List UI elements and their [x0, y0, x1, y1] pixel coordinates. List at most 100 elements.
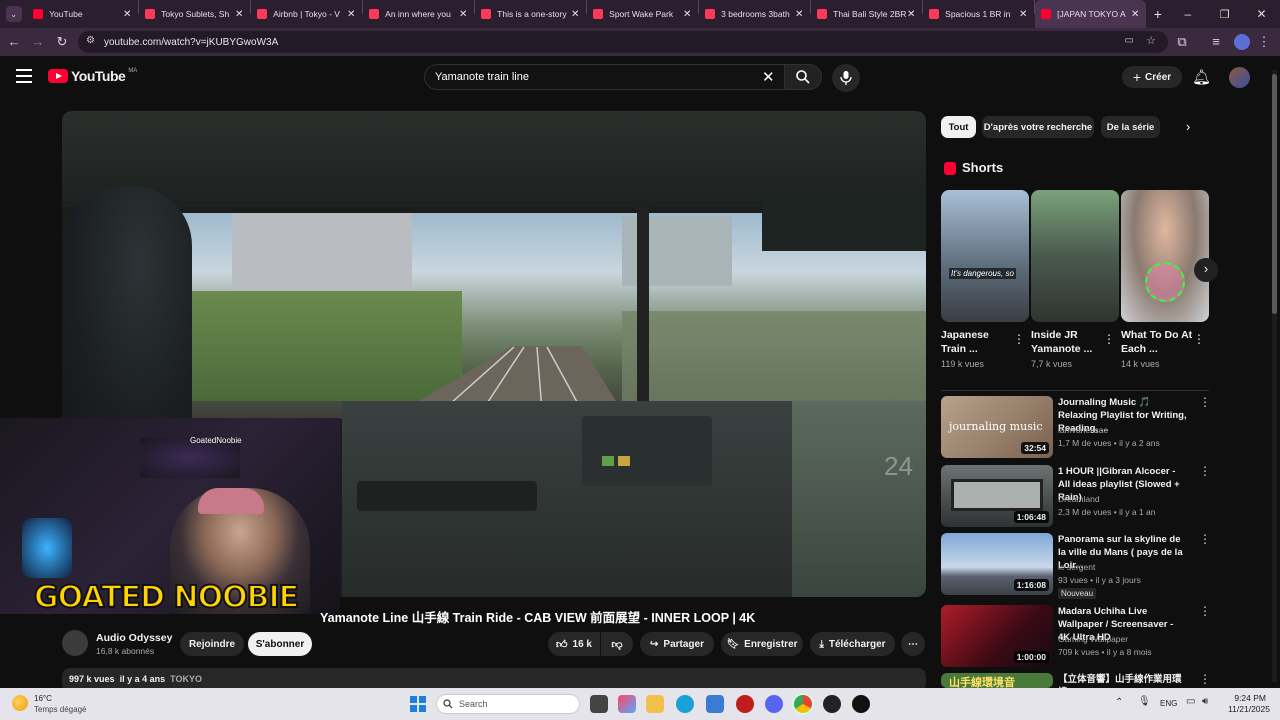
join-button[interactable]: Rejoindre [180, 632, 244, 656]
system-tray-chevron-icon[interactable]: ⌃ [1115, 697, 1123, 708]
app-dark-icon[interactable] [823, 695, 841, 713]
chip-related-search[interactable]: D'après votre recherche [982, 116, 1094, 138]
tab-search-button[interactable]: ⌄ [0, 0, 27, 28]
search-button[interactable] [784, 64, 822, 90]
more-icon[interactable]: ⋮ [1199, 605, 1211, 617]
forward-icon[interactable]: → [30, 34, 46, 50]
browser-tab[interactable]: An inn where you ✕ [363, 0, 474, 28]
tab-close-icon[interactable]: ✕ [122, 9, 132, 20]
chips-next-icon[interactable]: › [1186, 119, 1190, 134]
chrome-icon[interactable] [794, 695, 812, 713]
app-black-icon[interactable] [852, 695, 870, 713]
weather-icon[interactable] [12, 695, 28, 711]
short-more-icon[interactable]: ⋮ [1013, 332, 1025, 346]
tab-close-icon[interactable]: ✕ [458, 9, 468, 20]
file-explorer-icon[interactable] [646, 695, 664, 713]
site-info-icon[interactable]: ⚙ [86, 35, 95, 46]
clock-time[interactable]: 9:24 PM [1226, 693, 1266, 703]
browser-tab[interactable]: [JAPAN TOKYO A ✕ [1035, 0, 1147, 28]
volume-icon[interactable]: 🔊︎ [1202, 696, 1208, 707]
tab-close-icon[interactable]: ✕ [906, 9, 916, 20]
close-window-icon[interactable]: ✕ [1243, 7, 1280, 21]
tab-close-icon[interactable]: ✕ [1018, 9, 1028, 20]
recommended-video-5[interactable]: 山手線環境音 【立体音響】山手線作業用環境 ⋮ [941, 673, 1211, 688]
browser-tab[interactable]: This is a one-story ✕ [475, 0, 586, 28]
app-red-icon[interactable] [736, 695, 754, 713]
short-thumbnail-2[interactable] [1031, 190, 1119, 322]
tab-close-icon[interactable]: ✕ [1130, 9, 1140, 20]
download-button[interactable]: ⤓ Télécharger [810, 632, 895, 656]
address-bar[interactable]: ⚙ youtube.com/watch?v=jKUBYGwoW3A ▭ ☆ [78, 31, 1168, 53]
more-icon[interactable]: ⋮ [1199, 673, 1211, 685]
tab-close-icon[interactable]: ✕ [570, 9, 580, 20]
more-actions-button[interactable]: ⋯ [901, 632, 925, 656]
network-icon[interactable]: ▭ [1186, 696, 1195, 707]
browser-tab[interactable]: Thai Bali Style 2BR ✕ [811, 0, 922, 28]
browser-tab[interactable]: YouTube ✕ [27, 0, 138, 28]
recommended-video-2[interactable]: 1:06:48 1 HOUR ||Gibran Alcocer - All id… [941, 465, 1211, 527]
short-title[interactable]: Inside JR Yamanote ... [1031, 328, 1103, 356]
tab-close-icon[interactable]: ✕ [794, 9, 804, 20]
browser-tab[interactable]: Airbnb | Tokyo - V ✕ [251, 0, 362, 28]
back-icon[interactable]: ← [6, 34, 22, 50]
short-title[interactable]: What To Do At Each ... [1121, 328, 1193, 356]
install-app-icon[interactable]: ▭ [1125, 35, 1134, 46]
clock-date[interactable]: 11/21/2025 [1222, 704, 1270, 714]
profile-avatar[interactable] [1234, 34, 1250, 50]
page-scrollbar[interactable] [1272, 70, 1277, 682]
more-icon[interactable]: ⋮ [1199, 465, 1211, 477]
restore-icon[interactable]: ❐ [1206, 8, 1243, 21]
browser-tab[interactable]: 3 bedrooms 3bath ✕ [699, 0, 810, 28]
short-thumbnail-1[interactable]: It's dangerous, so [941, 190, 1029, 322]
short-title[interactable]: Japanese Train ... [941, 328, 1013, 356]
edge-icon[interactable] [676, 695, 694, 713]
clear-search-icon[interactable]: ✕ [762, 68, 775, 86]
short-thumbnail-3[interactable] [1121, 190, 1209, 322]
browser-menu-icon[interactable]: ⋮ [1256, 34, 1272, 50]
short-more-icon[interactable]: ⋮ [1193, 332, 1205, 346]
more-icon[interactable]: ⋮ [1199, 533, 1211, 545]
browser-tab[interactable]: Tokyo Sublets, Sh ✕ [139, 0, 250, 28]
tab-close-icon[interactable]: ✕ [346, 9, 356, 20]
recommended-video-3[interactable]: 1:16:08 Panorama sur la skyline de la vi… [941, 533, 1211, 599]
discord-icon[interactable] [765, 695, 783, 713]
save-button[interactable]: 🔖︎ Enregistrer [721, 632, 803, 656]
chip-all[interactable]: Tout [941, 116, 976, 138]
reading-list-icon[interactable]: ≡ [1208, 34, 1224, 50]
account-avatar[interactable] [1229, 67, 1250, 88]
minimize-icon[interactable]: – [1169, 7, 1206, 21]
browser-tab[interactable]: Spacious 1 BR in ✕ [923, 0, 1034, 28]
taskbar-search[interactable]: Search [436, 694, 580, 714]
copilot-icon[interactable] [618, 695, 636, 713]
recommended-video-1[interactable]: journaling music 32:54 Journaling Music … [941, 396, 1211, 458]
hamburger-menu-icon[interactable] [16, 69, 32, 83]
youtube-logo[interactable]: YouTube MA [48, 68, 137, 84]
create-button[interactable]: + Créer [1122, 66, 1182, 88]
task-view-icon[interactable] [590, 695, 608, 713]
short-more-icon[interactable]: ⋮ [1103, 332, 1115, 346]
share-button[interactable]: ↪ Partager [640, 632, 714, 656]
browser-tab[interactable]: Sport Wake Park ✕ [587, 0, 698, 28]
subscribe-button[interactable]: S'abonner [248, 632, 312, 656]
microphone-tray-icon[interactable]: 🎙︎ [1138, 696, 1151, 707]
like-button[interactable]: 👍︎ 16 k [548, 632, 600, 656]
store-icon[interactable] [706, 695, 724, 713]
tab-close-icon[interactable]: ✕ [682, 9, 692, 20]
video-tag[interactable]: TOKYO [170, 674, 202, 684]
extensions-icon[interactable]: ⧉ [1174, 34, 1190, 50]
search-input[interactable]: Yamanote train line [424, 64, 786, 90]
tab-close-icon[interactable]: ✕ [234, 9, 244, 20]
dislike-button[interactable]: 👎︎ [601, 632, 633, 656]
notifications-bell-icon[interactable]: 🔔︎ [1192, 68, 1211, 86]
voice-search-button[interactable] [832, 64, 860, 92]
channel-name[interactable]: Audio Odyssey [96, 632, 172, 644]
windows-start-icon[interactable] [410, 696, 426, 712]
chip-series[interactable]: De la série [1101, 116, 1160, 138]
more-icon[interactable]: ⋮ [1199, 396, 1211, 408]
reload-icon[interactable]: ↻ [54, 34, 70, 50]
bookmark-star-icon[interactable]: ☆ [1146, 34, 1156, 47]
channel-avatar[interactable] [62, 630, 88, 656]
recommended-video-4[interactable]: 1:00:00 Madara Uchiha Live Wallpaper / S… [941, 605, 1211, 667]
shorts-next-button[interactable]: › [1194, 258, 1218, 282]
new-tab-button[interactable]: + [1146, 6, 1169, 22]
